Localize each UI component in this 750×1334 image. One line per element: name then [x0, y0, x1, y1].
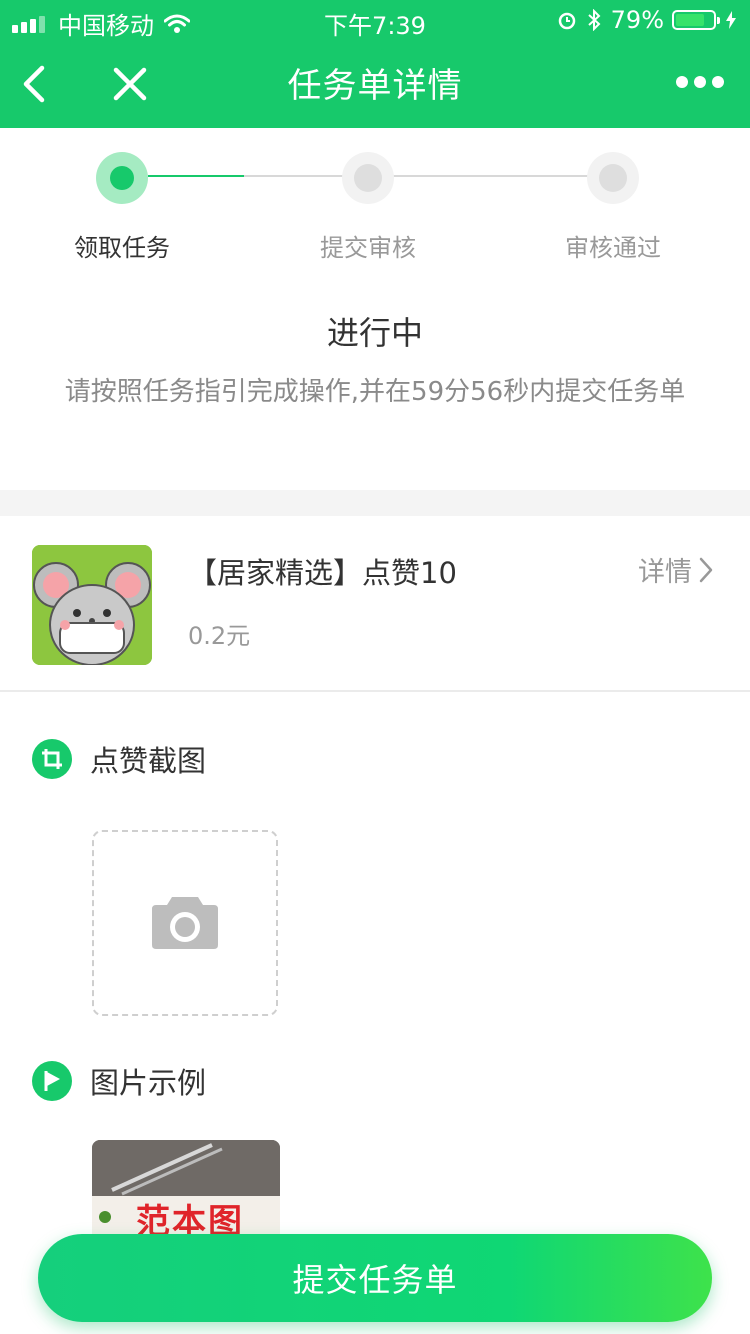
card-divider [0, 690, 750, 692]
step-label-2: 提交审核 [320, 234, 416, 262]
charging-icon [726, 11, 736, 29]
step-dot-3 [587, 152, 639, 204]
camera-icon [152, 897, 218, 949]
task-title: 【居家精选】点赞10 [188, 556, 457, 590]
header: 中国移动 下午7:39 79% 任务单详情 [0, 0, 750, 128]
detail-label: 详情 [638, 557, 692, 588]
step-line-done [148, 175, 244, 177]
bluetooth-icon [587, 9, 601, 31]
progress-steps: 领取任务 提交审核 审核通过 [0, 128, 750, 288]
step-dot-2 [342, 152, 394, 204]
task-status: 进行中 请按照任务指引完成操作,并在59分56秒内提交任务单 [0, 300, 750, 414]
upload-screenshot-button[interactable] [92, 830, 278, 1016]
screenshot-section-header: 点赞截图 [32, 738, 206, 780]
page-title: 任务单详情 [287, 66, 463, 106]
task-price: 0.2元 [188, 622, 251, 650]
example-section-label: 图片示例 [90, 1066, 207, 1100]
submit-task-button[interactable]: 提交任务单 [38, 1234, 712, 1322]
alarm-icon [558, 12, 575, 30]
battery-icon [672, 10, 720, 30]
chevron-right-icon [699, 557, 713, 582]
nav-bar: 任务单详情 [0, 40, 750, 128]
example-section-header: 图片示例 [32, 1060, 206, 1102]
status-bar: 中国移动 下午7:39 79% [0, 0, 750, 40]
battery-percent: 79% [610, 6, 664, 34]
step-dot-1 [96, 152, 148, 204]
section-divider [0, 490, 750, 516]
task-card[interactable]: 【居家精选】点赞10 0.2元 详情 [0, 518, 750, 690]
crop-icon [32, 739, 72, 779]
task-thumbnail [32, 545, 152, 665]
status-title: 进行中 [326, 314, 423, 352]
step-label-1: 领取任务 [74, 234, 170, 262]
status-description: 请按照任务指引完成操作,并在59分56秒内提交任务单 [64, 377, 686, 407]
step-line-pending [392, 175, 590, 177]
step-line-pending [244, 175, 344, 177]
flag-icon [32, 1061, 72, 1101]
detail-link[interactable]: 详情 [638, 550, 714, 589]
screenshot-section-label: 点赞截图 [90, 744, 207, 778]
more-button[interactable] [670, 76, 724, 88]
step-label-3: 审核通过 [565, 234, 661, 262]
